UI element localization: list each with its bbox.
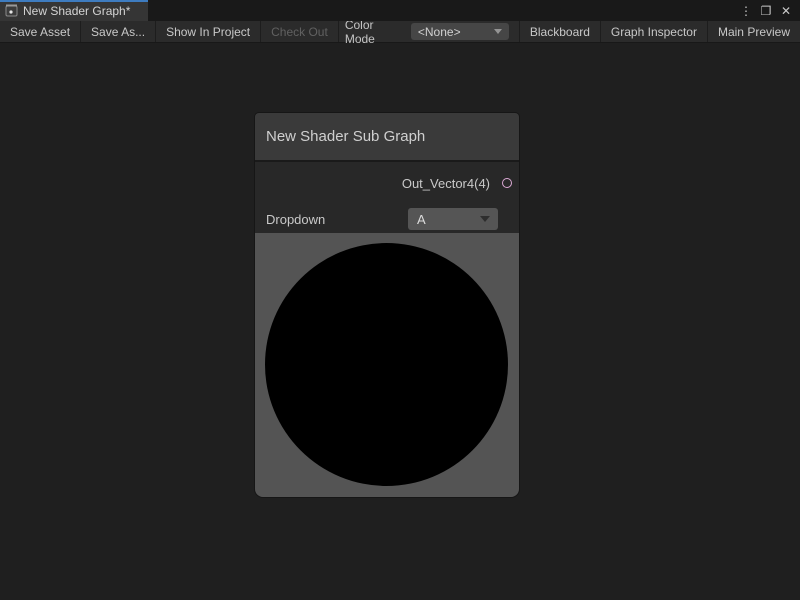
main-preview-toggle-button[interactable]: Main Preview (707, 21, 800, 42)
window-titlebar: New Shader Graph* ⋮ ❐ ✕ (0, 0, 800, 21)
window-controls: ⋮ ❐ ✕ (738, 0, 800, 21)
tab-new-shader-graph[interactable]: New Shader Graph* (0, 0, 148, 21)
color-mode-dropdown[interactable]: <None> (411, 23, 509, 40)
output-port-row: Out_Vector4(4) (255, 162, 519, 205)
vector4-port-icon[interactable] (502, 178, 512, 188)
node-preview-area[interactable] (255, 233, 519, 497)
shader-graph-icon (5, 4, 18, 17)
dropdown-row: Dropdown A (255, 205, 519, 233)
maximize-icon[interactable]: ❐ (758, 3, 774, 19)
color-mode-group: Color Mode <None> (339, 21, 519, 42)
kebab-menu-icon[interactable]: ⋮ (738, 3, 754, 19)
shader-graph-toolbar: Save Asset Save As... Show In Project Ch… (0, 21, 800, 43)
check-out-button: Check Out (261, 21, 339, 42)
color-mode-value: <None> (418, 25, 461, 39)
tab-label: New Shader Graph* (23, 4, 130, 18)
subgraph-output-node[interactable]: New Shader Sub Graph Out_Vector4(4) Drop… (255, 113, 519, 497)
dropdown-label: Dropdown (266, 212, 325, 227)
shader-preview-sphere (265, 243, 508, 486)
dropdown-value-selector[interactable]: A (408, 208, 498, 230)
blackboard-toggle-button[interactable]: Blackboard (519, 21, 600, 42)
save-asset-button[interactable]: Save Asset (0, 21, 81, 42)
color-mode-label: Color Mode (345, 18, 403, 46)
chevron-down-icon (494, 29, 502, 34)
show-in-project-button[interactable]: Show In Project (156, 21, 261, 42)
graph-inspector-toggle-button[interactable]: Graph Inspector (600, 21, 707, 42)
close-icon[interactable]: ✕ (778, 3, 794, 19)
save-as-button[interactable]: Save As... (81, 21, 156, 42)
dropdown-selected-value: A (417, 212, 426, 227)
output-port-label: Out_Vector4(4) (402, 176, 490, 191)
node-title-bar[interactable]: New Shader Sub Graph (255, 113, 519, 160)
chevron-down-icon (480, 216, 490, 222)
active-tab-accent (0, 0, 148, 2)
node-title: New Shader Sub Graph (266, 128, 425, 145)
